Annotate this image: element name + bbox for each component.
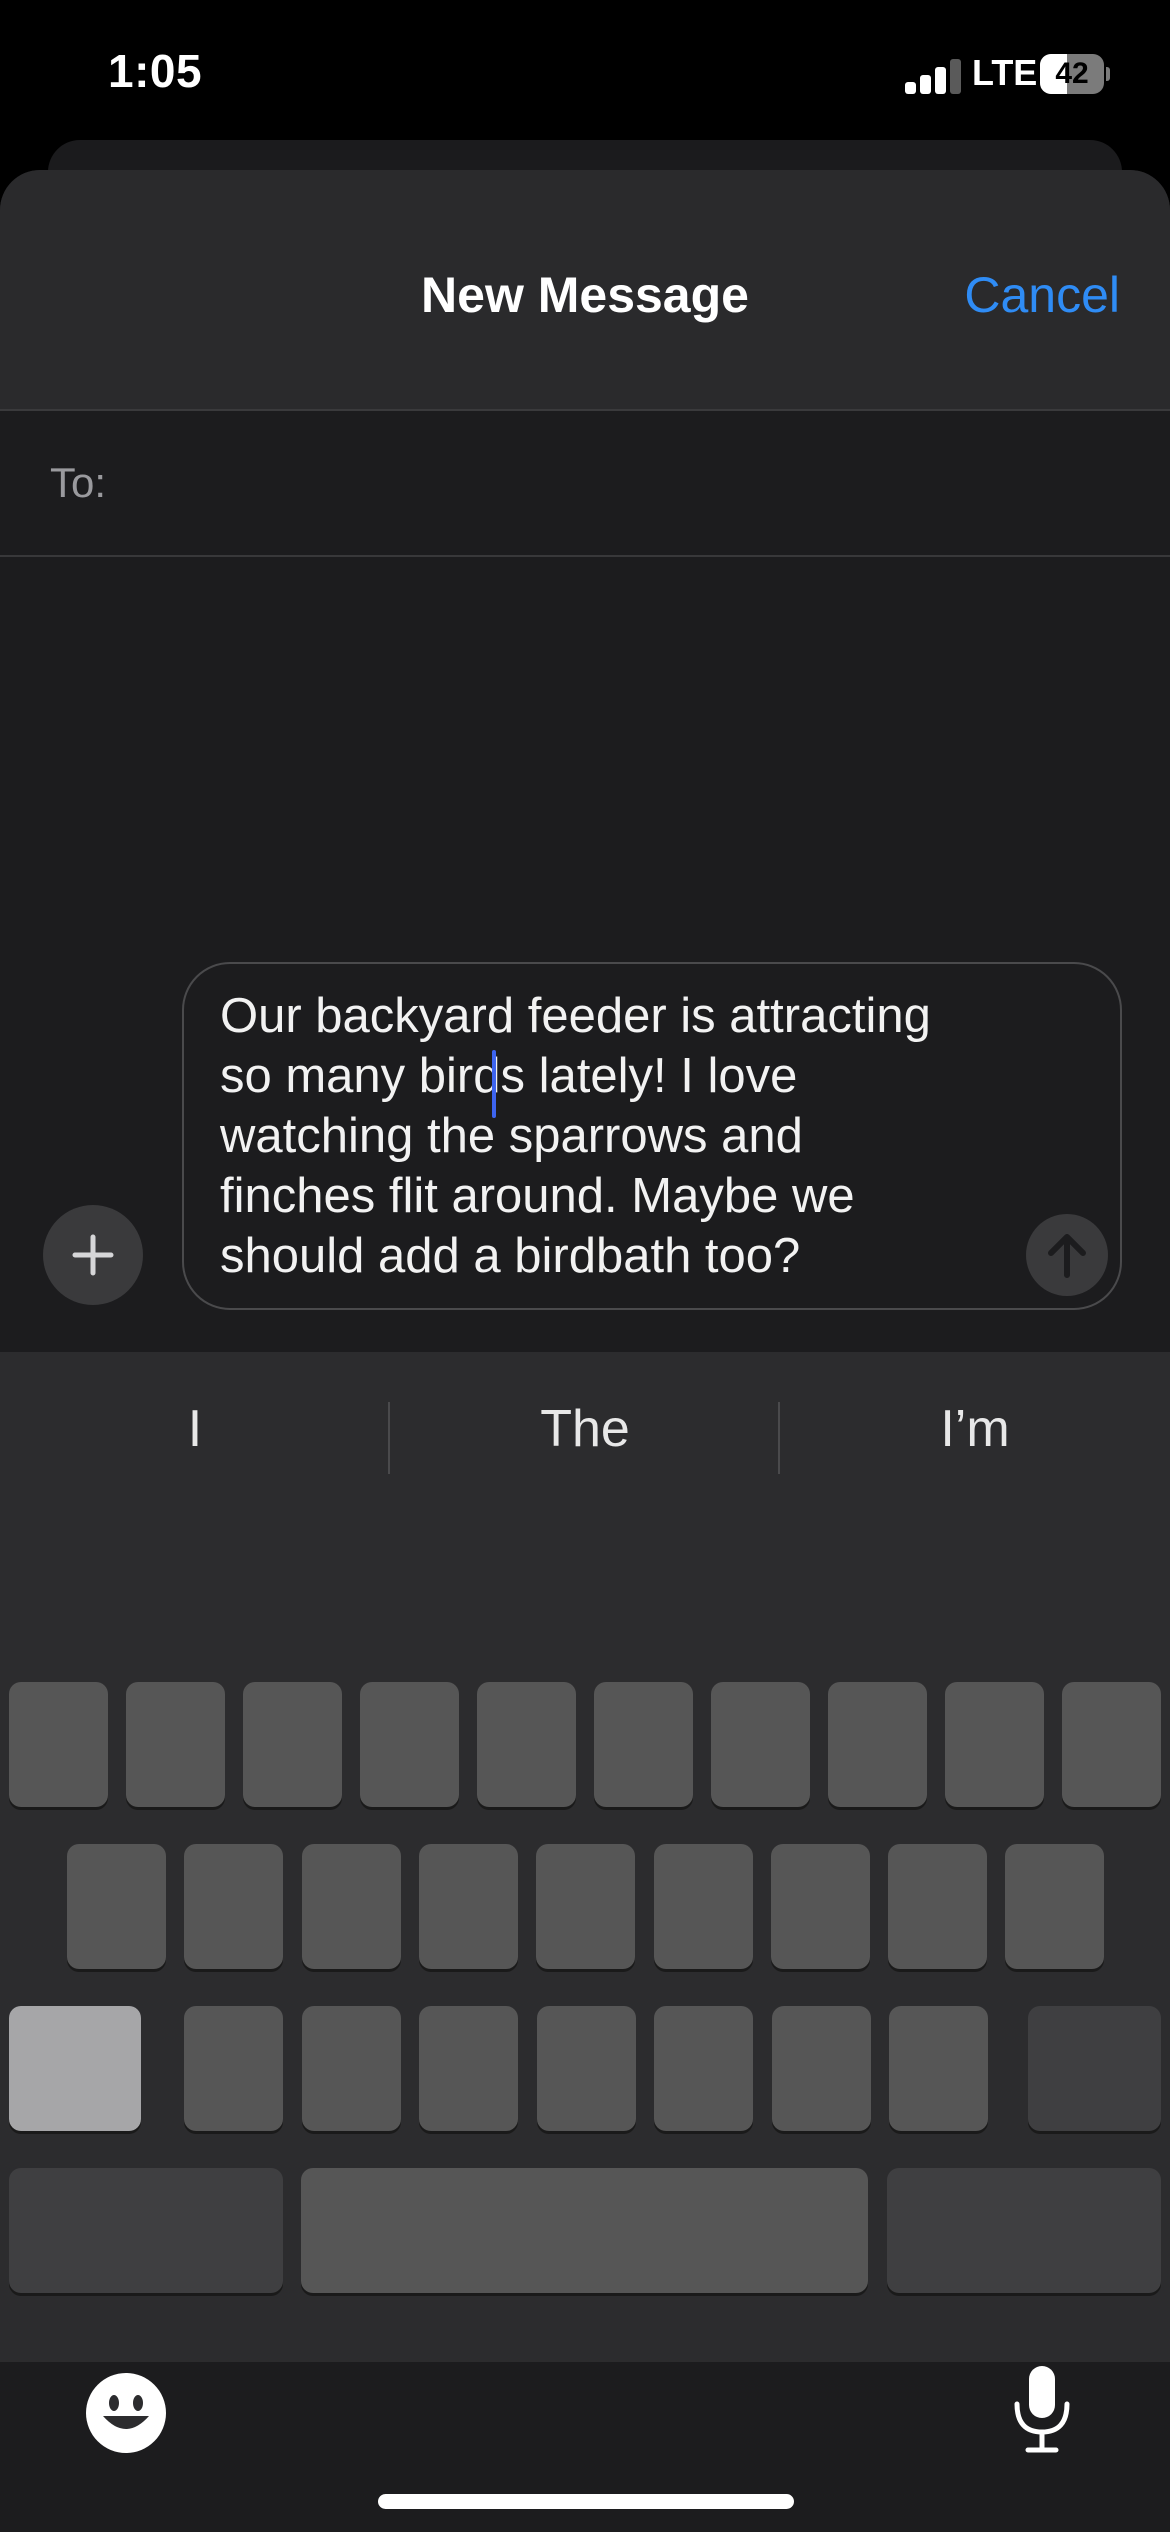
status-bar: 1:05 LTE 42 — [0, 0, 1170, 150]
arrow-up-icon — [1048, 1234, 1086, 1278]
message-input[interactable]: Our backyard feeder is attracting so man… — [182, 962, 1122, 1310]
signal-bar — [920, 75, 931, 94]
home-indicator[interactable] — [378, 2494, 794, 2509]
message-line: so many birds lately! I love — [220, 1049, 798, 1103]
letter-key[interactable] — [67, 1844, 166, 1969]
function-key[interactable] — [887, 2168, 1161, 2293]
letter-key[interactable] — [594, 1682, 693, 1807]
text-cursor — [492, 1050, 496, 1118]
letter-key[interactable] — [1005, 1844, 1105, 1969]
letter-key[interactable] — [419, 2006, 518, 2131]
smiley-icon — [86, 2373, 166, 2453]
letter-key[interactable] — [1062, 1682, 1161, 1807]
sheet-header: New Message Cancel — [0, 170, 1170, 411]
battery-level: 42 — [1055, 57, 1089, 90]
dictation-button[interactable] — [1010, 2364, 1074, 2454]
suggestion-2[interactable]: The — [390, 1352, 780, 1512]
letter-key[interactable] — [243, 1682, 342, 1807]
keyboard: I The I’m — [0, 1352, 1170, 2362]
letter-key[interactable] — [770, 1844, 870, 1969]
network-type: LTE — [972, 52, 1038, 93]
signal-bar — [935, 67, 946, 94]
shift-key[interactable] — [9, 2006, 141, 2131]
letter-key[interactable] — [653, 1844, 753, 1969]
suggestion-1[interactable]: I — [0, 1352, 390, 1512]
letter-key[interactable] — [126, 1682, 225, 1807]
function-key[interactable] — [9, 2168, 283, 2293]
signal-bar — [950, 59, 961, 94]
predictive-text-bar: I The I’m — [0, 1352, 1170, 1512]
message-line: watching the sparrows and — [220, 1109, 803, 1163]
letter-key[interactable] — [301, 1844, 401, 1969]
letter-key[interactable] — [888, 1844, 988, 1969]
letter-key[interactable] — [536, 1844, 636, 1969]
message-line: should add a birdbath too? — [220, 1229, 801, 1283]
cancel-button[interactable]: Cancel — [964, 266, 1120, 324]
function-key[interactable] — [1028, 2006, 1161, 2131]
add-attachment-button[interactable] — [43, 1205, 143, 1305]
letter-key[interactable] — [184, 2006, 283, 2131]
screen: 1:05 LTE 42 New Message Cancel To: Our b… — [0, 0, 1170, 2532]
letter-key[interactable] — [418, 1844, 518, 1969]
letter-key[interactable] — [945, 1682, 1044, 1807]
cellular-signal-icon — [905, 58, 961, 94]
letter-key[interactable] — [889, 2006, 988, 2131]
microphone-icon — [1014, 2366, 1070, 2453]
send-button[interactable] — [1026, 1214, 1108, 1296]
message-line: finches flit around. Maybe we — [220, 1169, 855, 1223]
letter-key[interactable] — [536, 2006, 636, 2131]
status-time: 1:05 — [108, 45, 203, 97]
letter-key[interactable] — [360, 1682, 459, 1807]
signal-bar — [905, 82, 916, 94]
suggestion-3[interactable]: I’m — [780, 1352, 1170, 1512]
letter-key[interactable] — [9, 1682, 108, 1807]
recipient-field[interactable]: To: — [0, 411, 1170, 557]
message-text[interactable]: Our backyard feeder is attracting so man… — [220, 986, 1020, 1286]
battery-icon: 42 — [1040, 54, 1110, 94]
letter-key[interactable] — [771, 2006, 871, 2131]
letter-key[interactable] — [711, 1682, 810, 1807]
letter-key[interactable] — [301, 2006, 401, 2131]
message-line: Our backyard feeder is attracting — [220, 989, 931, 1043]
plus-icon — [72, 1234, 114, 1276]
to-label: To: — [50, 459, 107, 506]
space-key[interactable] — [301, 2168, 868, 2293]
letter-key[interactable] — [477, 1682, 576, 1807]
letter-key[interactable] — [184, 1844, 284, 1969]
letter-key[interactable] — [654, 2006, 753, 2131]
letter-key[interactable] — [828, 1682, 927, 1807]
emoji-button[interactable] — [85, 2372, 167, 2454]
